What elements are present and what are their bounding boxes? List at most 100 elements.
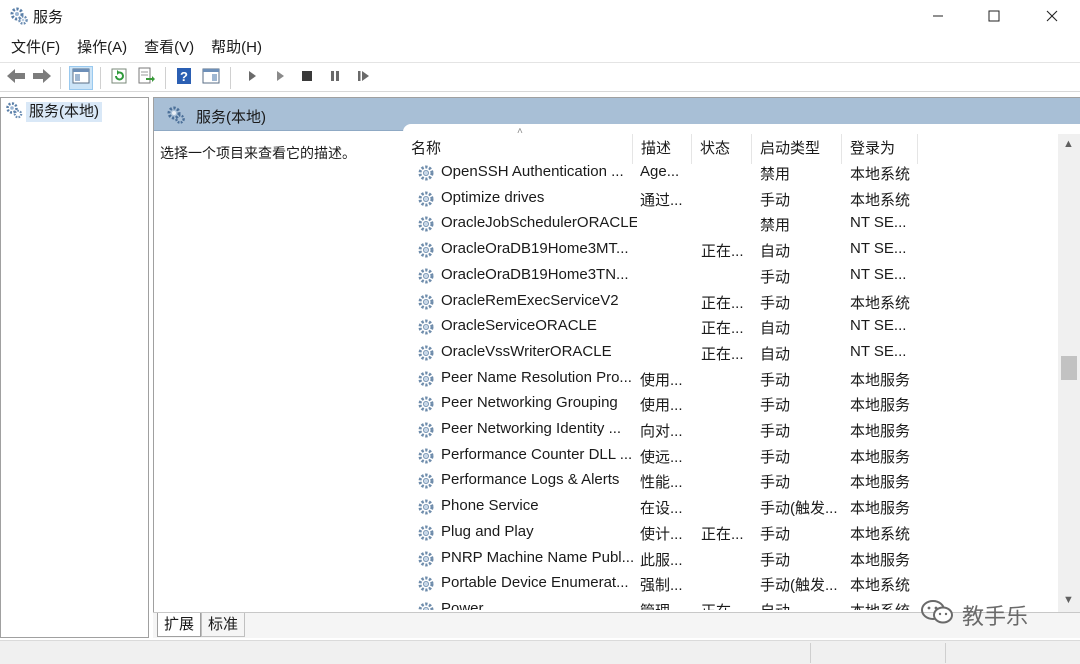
toolbar-separator [60,67,61,89]
service-name: PNRP Machine Name Publ... [441,548,635,566]
service-row[interactable]: Performance Logs & Alerts 性能... 手动 本地服务 [403,468,1063,494]
menu-view[interactable]: 查看(V) [133,36,200,60]
service-name: OracleOraDB19Home3MT... [441,240,629,258]
pane-title: 服务(本地) [196,109,266,126]
menu-action[interactable]: 操作(A) [66,36,133,60]
service-row[interactable]: Optimize drives 通过... 手动 本地系统 [403,186,1063,212]
service-status: 正在... [701,294,744,312]
service-name: Power [441,599,484,610]
scrollbar-thumb[interactable] [1061,356,1077,380]
minimize-button[interactable] [910,0,966,32]
service-row[interactable]: Peer Name Resolution Pro... 使用... 手动 本地服务 [403,366,1063,392]
service-logon-as: 本地系统 [850,600,920,610]
service-startup-type: 自动 [760,320,791,338]
watermark: 教手乐 [920,598,1028,632]
service-name: OpenSSH Authentication ... [441,163,624,180]
menu-file[interactable]: 文件(F) [0,36,66,60]
start-service-params-button[interactable] [268,66,292,90]
service-name: OracleVssWriterORACLE [441,342,612,360]
status-bar [0,640,1080,664]
console-tree: 服务(本地) [0,97,149,638]
svg-text:?: ? [180,69,188,84]
back-button[interactable] [4,66,28,90]
service-row[interactable]: Peer Networking Grouping 使用... 手动 本地服务 [403,391,1063,417]
properties-button[interactable] [199,66,223,90]
service-gear-icon [417,471,437,491]
service-startup-type: 手动 [760,397,791,415]
start-service-button[interactable] [240,66,264,90]
service-row[interactable]: OracleVssWriterORACLE 正在... 自动 NT SE... [403,340,1063,366]
service-description: 此服... [640,551,683,569]
service-description: 使远... [640,448,683,466]
wechat-logo-icon [920,598,956,632]
service-row[interactable]: OracleServiceORACLE 正在... 自动 NT SE... [403,314,1063,340]
service-startup-type: 手动 [760,294,791,312]
service-startup-type: 手动 [760,423,791,440]
scroll-up-icon[interactable]: ▲ [1063,138,1074,150]
export-list-icon [137,67,155,89]
service-name: Performance Logs & Alerts [441,471,620,489]
service-gear-icon [417,266,437,286]
service-status: 正在... [701,243,744,261]
service-startup-type: 禁用 [760,166,791,183]
close-button[interactable] [1024,0,1080,32]
service-row[interactable]: OracleOraDB19Home3MT... 正在... 自动 NT SE... [403,237,1063,263]
service-startup-type: 手动 [760,474,791,492]
service-startup-type: 自动 [760,600,840,610]
service-logon-as: 本地系统 [850,191,911,209]
service-row[interactable]: Performance Counter DLL ... 使远... 手动 本地服务 [403,443,1063,469]
service-gear-icon [417,446,437,466]
service-description: 通过... [640,191,683,209]
refresh-icon [110,67,128,89]
service-description: 使用... [640,371,683,389]
tab-extended[interactable]: 扩展 [157,613,202,637]
scroll-down-icon[interactable]: ▼ [1063,594,1074,606]
tab-standard[interactable]: 标准 [201,613,246,637]
service-name: OracleServiceORACLE [441,317,597,335]
service-row[interactable]: Peer Networking Identity ... 向对... 手动 本地服务 [403,417,1063,443]
forward-button[interactable] [30,66,54,90]
refresh-button[interactable] [107,66,131,90]
show-hide-console-tree-button[interactable] [69,66,93,90]
service-name: Peer Networking Identity ... [441,420,622,437]
service-row[interactable]: Phone Service 在设... 手动(触发... 本地服务 [403,494,1063,520]
vertical-scrollbar[interactable]: ▲ ▼ [1058,134,1080,612]
pause-service-button[interactable] [323,66,347,90]
service-row[interactable]: OracleJobSchedulerORACLE 禁用 NT SE... [403,211,1063,237]
service-row[interactable]: Portable Device Enumerat... 强制... 手动(触发...… [403,571,1063,597]
maximize-button[interactable] [966,0,1022,32]
stop-service-button[interactable] [295,66,319,90]
restart-service-button[interactable] [352,66,376,90]
service-logon-as: 本地服务 [850,423,911,440]
service-row[interactable]: PNRP Machine Name Publ... 此服... 手动 本地服务 [403,546,1063,572]
service-gear-icon [417,549,437,569]
service-name: OracleRemExecServiceV2 [441,291,619,309]
service-row[interactable]: OracleRemExecServiceV2 正在... 手动 本地系统 [403,289,1063,315]
service-name: Plug and Play [441,522,534,540]
service-description: 使用... [640,397,683,415]
service-row[interactable]: OracleOraDB19Home3TN... 手动 NT SE... [403,263,1063,289]
service-startup-type: 自动 [760,345,791,363]
service-name: Performance Counter DLL ... [441,445,633,463]
service-name: Optimize drives [441,188,545,206]
service-name: OracleJobSchedulerORACLE [441,214,637,232]
properties-window-icon [202,68,220,88]
menu-bar: 文件(F) 操作(A) 查看(V) 帮助(H) [0,36,1080,60]
toolbar-separator [100,67,101,89]
menu-help[interactable]: 帮助(H) [200,36,268,60]
stop-icon [300,69,314,87]
service-description: 向对... [640,423,683,440]
service-gear-icon [417,292,437,312]
export-list-button[interactable] [134,66,158,90]
service-row[interactable]: Plug and Play 使计... 正在... 手动 本地系统 [403,520,1063,546]
help-button[interactable]: ? [172,66,196,90]
service-logon-as: 本地服务 [850,448,911,466]
service-row[interactable]: OpenSSH Authentication ... Age... 禁用 本地系统 [403,160,1063,186]
service-gear-icon [417,240,437,260]
tree-node-services-local[interactable]: 服务(本地) [5,101,102,123]
service-status: 正在... [701,320,744,338]
description-hint: 选择一个项目来查看它的描述。 [160,145,356,161]
toolbar-separator [230,67,231,89]
tree-node-label: 服务(本地) [26,102,102,122]
service-description: 在设... [640,500,683,518]
